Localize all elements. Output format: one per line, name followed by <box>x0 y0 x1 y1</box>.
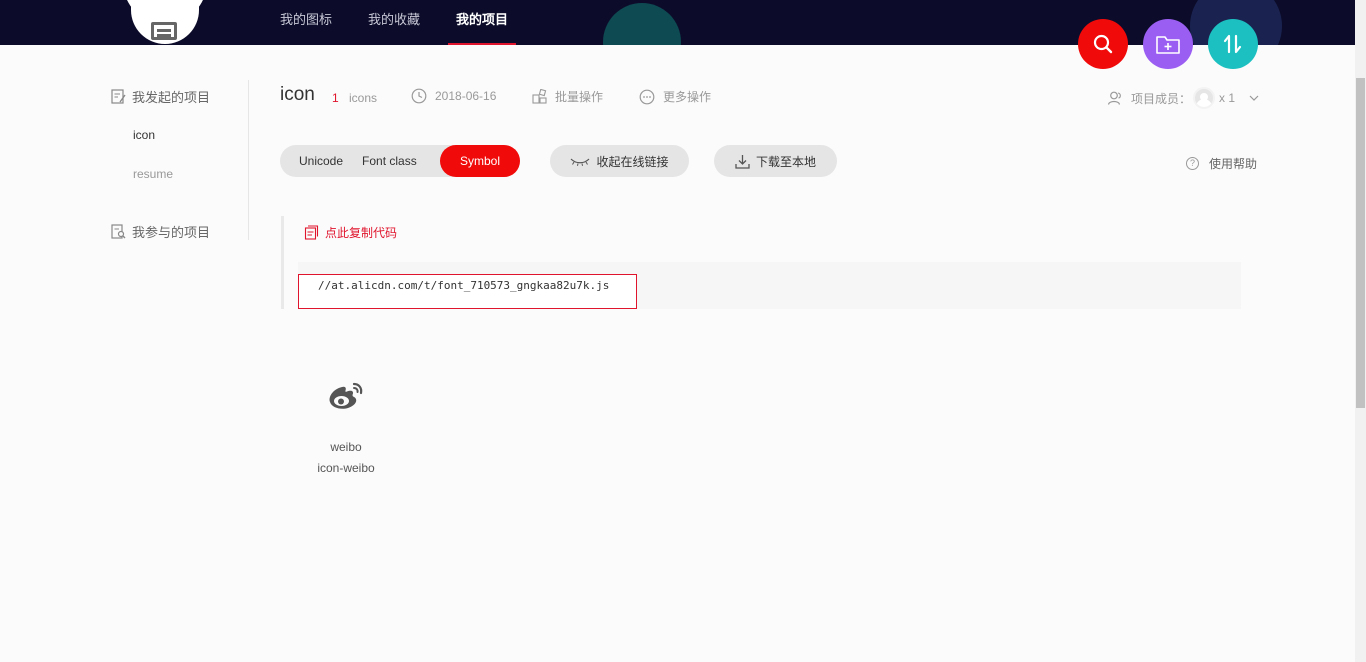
icon-name: weibo <box>330 440 362 454</box>
add-folder-icon <box>1156 36 1180 54</box>
grid-icon <box>532 89 547 104</box>
members-icon <box>1107 91 1121 105</box>
question-icon: ? <box>1186 157 1199 170</box>
decorative-orb <box>603 3 681 45</box>
sort-button[interactable] <box>1208 19 1258 69</box>
initiated-projects-label: 我发起的项目 <box>132 90 211 105</box>
collapse-online-link-button[interactable]: 收起在线链接 <box>550 145 689 177</box>
copy-code-label: 点此复制代码 <box>325 226 398 240</box>
icon-code: icon-weibo <box>317 461 375 475</box>
code-panel: 点此复制代码 //at.alicdn.com/t/font_710573_gng… <box>281 216 1241 309</box>
code-type-tabs: Unicode Font class Symbol <box>280 145 520 177</box>
collapse-online-link-label: 收起在线链接 <box>596 154 669 169</box>
sort-icon <box>1223 34 1242 54</box>
batch-ops-button[interactable]: 批量操作 <box>532 88 603 105</box>
help-label: 使用帮助 <box>1209 157 1258 171</box>
member-avatar <box>1193 87 1216 109</box>
members-count: x 1 <box>1219 91 1236 105</box>
sidebar-item-resume[interactable]: resume <box>133 167 173 181</box>
user-avatar[interactable] <box>123 0 207 64</box>
batch-ops-label: 批量操作 <box>555 90 604 104</box>
clock-icon <box>411 88 427 104</box>
add-folder-button[interactable] <box>1143 19 1193 69</box>
nav-my-favorites[interactable]: 我的收藏 <box>368 0 420 45</box>
tab-unicode[interactable]: Unicode <box>280 145 362 177</box>
project-date: 2018-06-16 <box>411 88 496 104</box>
scrollbar-thumb[interactable] <box>1356 78 1365 408</box>
code-url-box[interactable]: //at.alicdn.com/t/font_710573_gngkaa82u7… <box>298 274 637 309</box>
joined-projects-heading[interactable]: 我参与的项目 <box>111 222 210 241</box>
download-icon <box>735 154 750 169</box>
icon-card[interactable]: weibo icon-weibo <box>306 368 386 475</box>
more-ops-button[interactable]: 更多操作 <box>639 88 711 105</box>
members-label: 项目成员： <box>1131 91 1192 106</box>
weibo-icon <box>306 368 386 424</box>
joined-projects-label: 我参与的项目 <box>132 225 211 240</box>
icon-count-unit: icons <box>349 91 378 105</box>
main-nav: 我的图标 我的收藏 我的项目 <box>280 0 544 45</box>
initiated-projects-heading[interactable]: 我发起的项目 <box>111 87 210 106</box>
edit-doc-icon <box>111 89 126 104</box>
download-local-label: 下载至本地 <box>755 154 816 169</box>
project-title: icon <box>280 84 315 105</box>
tab-font-class[interactable]: Font class <box>362 145 430 177</box>
copy-icon <box>304 225 319 240</box>
chevron-down-icon <box>1249 95 1259 101</box>
nav-my-icons[interactable]: 我的图标 <box>280 0 332 45</box>
nav-my-projects[interactable]: 我的项目 <box>448 0 517 45</box>
sidebar-item-icon[interactable]: icon <box>133 128 155 142</box>
search-icon <box>1093 34 1113 54</box>
search-button[interactable] <box>1078 19 1128 69</box>
copy-code-link[interactable]: 点此复制代码 <box>304 224 397 241</box>
more-ops-label: 更多操作 <box>663 90 712 104</box>
more-icon <box>639 89 655 104</box>
search-doc-icon <box>111 224 126 239</box>
download-local-button[interactable]: 下载至本地 <box>714 145 837 177</box>
icon-count: 1 <box>332 91 339 105</box>
scrollbar[interactable] <box>1355 0 1366 662</box>
project-sidebar: 我发起的项目 icon resume 我参与的项目 <box>100 80 249 240</box>
tab-symbol[interactable]: Symbol <box>439 145 520 177</box>
help-link[interactable]: ? 使用帮助 <box>1186 155 1257 172</box>
project-members[interactable]: 项目成员： x 1 <box>1107 87 1259 109</box>
eye-closed-icon <box>571 158 590 166</box>
project-date-text: 2018-06-16 <box>435 89 497 103</box>
